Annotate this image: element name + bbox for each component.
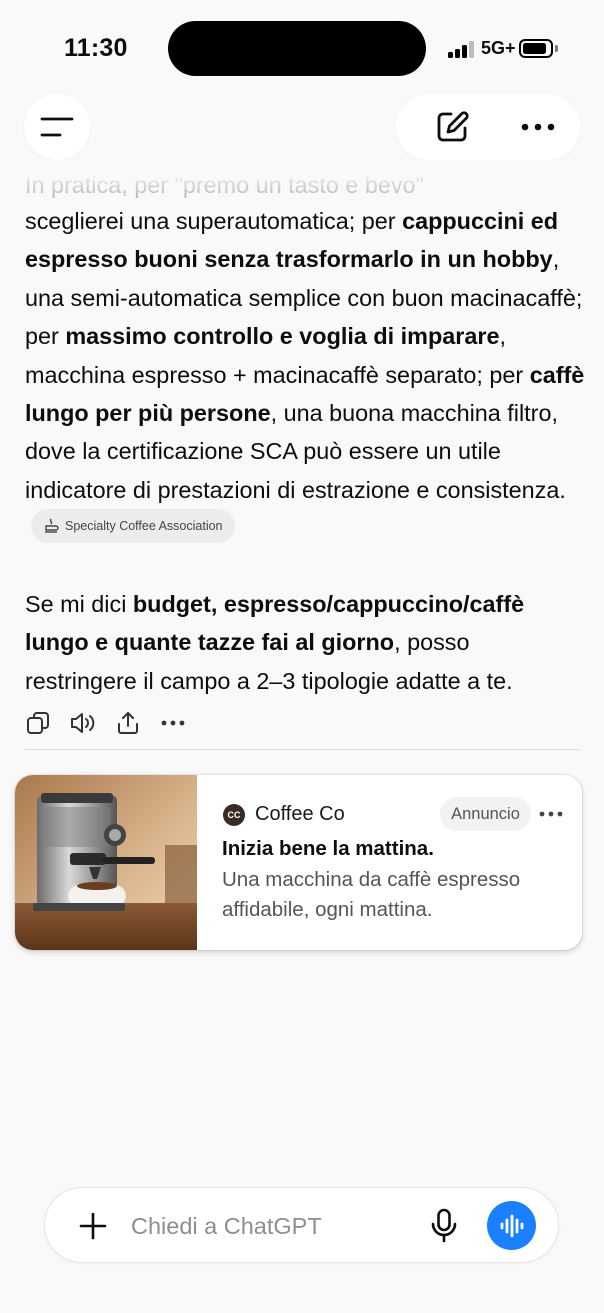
signal-icon (448, 41, 476, 58)
dynamic-island (168, 21, 426, 76)
message-input[interactable] (131, 1209, 421, 1243)
copy-icon (27, 712, 49, 734)
plus-icon (79, 1212, 107, 1240)
share-icon (118, 712, 138, 734)
ad-title: Inizia bene la mattina. (222, 837, 434, 860)
sidebar-menu-button[interactable] (24, 94, 90, 160)
new-chat-button[interactable] (432, 107, 472, 147)
copy-button[interactable] (24, 709, 52, 737)
attach-button[interactable] (75, 1208, 111, 1244)
ad-more-button[interactable] (537, 803, 565, 825)
espresso-machine-image (15, 775, 197, 950)
text-span: sceglierei una superautomatica; per (25, 208, 403, 234)
more-icon (521, 123, 555, 131)
dictation-button[interactable] (425, 1206, 463, 1246)
voice-mode-button[interactable] (487, 1201, 536, 1250)
menu-icon (40, 117, 74, 137)
battery-level (523, 43, 547, 54)
edit-icon (437, 111, 469, 142)
read-aloud-icon (71, 713, 95, 733)
assistant-paragraph: Se mi dici budget, espresso/cappuccino/c… (25, 585, 585, 700)
ad-body: Una macchina da caffè espresso affidabil… (222, 868, 521, 921)
status-bar: 11:30 5G+ (0, 0, 604, 96)
source-chip[interactable]: Specialty Coffee Association (31, 509, 235, 544)
divider (25, 749, 580, 750)
message-more-button[interactable] (159, 709, 187, 737)
scroll-fade (0, 160, 604, 196)
more-icon (161, 720, 185, 726)
more-options-button[interactable] (518, 107, 558, 147)
composer (44, 1187, 559, 1263)
read-aloud-button[interactable] (69, 709, 97, 737)
microphone-icon (431, 1208, 457, 1243)
ad-badge: Annuncio (440, 797, 531, 831)
share-button[interactable] (114, 709, 142, 737)
message-actions (24, 708, 187, 738)
brand-name: Coffee Co (255, 803, 345, 825)
bold-text: massimo controllo e voglia di imparare (65, 323, 500, 350)
network-label: 5G+ (481, 38, 516, 58)
text-span: Se mi dici (25, 591, 133, 617)
voice-waveform-icon (500, 1214, 523, 1237)
header-actions (396, 94, 580, 160)
status-time: 11:30 (64, 34, 128, 62)
battery-cap (555, 45, 558, 52)
battery-icon (519, 39, 553, 58)
more-icon (539, 811, 563, 817)
sponsored-ad-card[interactable]: CC Coffee Co Annuncio Inizia bene la mat… (15, 775, 582, 950)
brand-logo: CC (223, 803, 245, 826)
sca-logo-icon (45, 518, 59, 533)
assistant-paragraph: sceglierei una superautomatica; per capp… (25, 202, 585, 550)
ad-brand: CC Coffee Co (223, 803, 345, 826)
source-chip-label: Specialty Coffee Association (65, 519, 223, 534)
